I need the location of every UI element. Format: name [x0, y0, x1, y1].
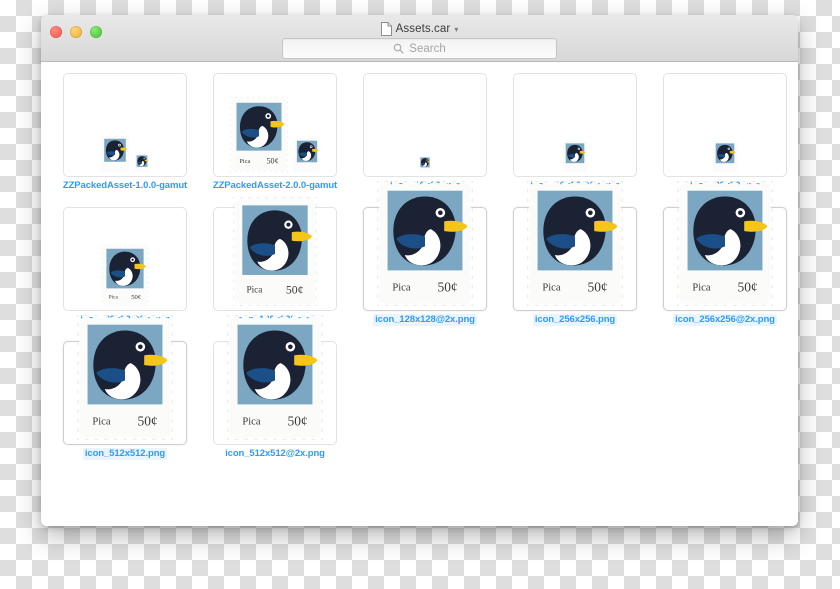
file-name-label[interactable]: icon_512x512.png: [82, 448, 168, 460]
stamp-country: Pica: [92, 417, 110, 428]
file-thumbnail[interactable]: Pica 50¢: [513, 181, 637, 311]
stamp-thumbnail: Pica 50¢: [233, 197, 317, 306]
stamp-country: Pica: [692, 283, 710, 294]
file-thumbnail[interactable]: Pica 50¢: [213, 197, 337, 311]
thumbnail-artwork: Pica 50¢: [514, 181, 636, 310]
file-item[interactable]: Pica 50¢ ZZPackedAsset-2.0.0-gamut: [200, 70, 350, 204]
stamp-country: Pica: [392, 283, 410, 294]
file-item[interactable]: Pica 50¢ icon_512x512.png: [50, 315, 200, 472]
stamp-denomination: 50¢: [587, 280, 607, 295]
stamp-denomination: 50¢: [267, 156, 279, 165]
stamp-thumbnail: Pica 50¢: [227, 315, 323, 440]
thumbnail-artwork: Pica 50¢: [364, 181, 486, 310]
stamp-denomination: 50¢: [737, 280, 757, 295]
stamp-country: Pica: [242, 417, 260, 428]
stamp-thumbnail: [419, 156, 431, 172]
file-item[interactable]: Pica 50¢ icon_512x512@2x.png: [200, 315, 350, 472]
stamp-thumbnail: [101, 136, 129, 172]
file-item[interactable]: Pica 50¢ icon_128x128@2x.png: [350, 181, 500, 338]
thumbnail-artwork: Pica 50¢: [664, 181, 786, 310]
stamp-thumbnail: Pica 50¢: [527, 181, 623, 306]
file-grid: ZZPackedAsset-1.0.0-gamut Pica 50¢ ZZPac…: [50, 70, 789, 472]
file-thumbnail[interactable]: Pica 50¢: [663, 181, 787, 311]
file-grid-container: ZZPackedAsset-1.0.0-gamut Pica 50¢ ZZPac…: [41, 62, 798, 526]
file-thumbnail[interactable]: Pica 50¢: [63, 315, 187, 445]
stamp-country: Pica: [109, 294, 119, 300]
stamp-thumbnail: Pica 50¢: [377, 181, 473, 306]
file-item[interactable]: ZZPackedAsset-1.0.0-gamut: [50, 70, 200, 204]
stamp-denomination: 50¢: [137, 414, 157, 429]
thumbnail-artwork: Pica 50¢: [214, 315, 336, 444]
stamp-country: Pica: [542, 283, 560, 294]
thumbnail-artwork: Pica 50¢: [64, 315, 186, 444]
stamp-country: Pica: [239, 158, 250, 165]
thumbnail-artwork: Pica 50¢: [214, 74, 336, 176]
window-title: Assets.car: [395, 23, 451, 35]
window-titlebar[interactable]: Assets.car ▾ Search: [41, 15, 798, 62]
thumbnail-artwork: Pica 50¢: [64, 208, 186, 310]
document-icon: [380, 22, 392, 36]
file-name-label[interactable]: ZZPackedAsset-2.0.0-gamut: [213, 180, 337, 192]
preview-window: Assets.car ▾ Search ZZPackedAsset-1.0.0-…: [41, 15, 798, 526]
thumbnail-artwork: [664, 74, 786, 176]
stamp-thumbnail: [135, 154, 149, 172]
file-thumbnail[interactable]: Pica 50¢: [363, 181, 487, 311]
stamp-thumbnail: Pica 50¢: [101, 244, 149, 306]
search-input[interactable]: Search: [282, 38, 557, 59]
stamp-denomination: 50¢: [286, 283, 304, 296]
thumbnail-artwork: Pica 50¢: [214, 197, 336, 310]
file-thumbnail[interactable]: Pica 50¢: [213, 315, 337, 445]
file-item[interactable]: Pica 50¢ icon_256x256@2x.png: [650, 181, 798, 338]
stamp-denomination: 50¢: [287, 414, 307, 429]
file-thumbnail[interactable]: [363, 73, 487, 177]
search-icon: [394, 43, 404, 54]
stamp-thumbnail: Pica 50¢: [230, 97, 288, 172]
thumbnail-artwork: [64, 74, 186, 176]
stamp-denomination: 50¢: [437, 280, 457, 295]
stamp-denomination: 50¢: [131, 294, 141, 301]
file-name-label[interactable]: ZZPackedAsset-1.0.0-gamut: [63, 180, 187, 192]
file-thumbnail[interactable]: [63, 73, 187, 177]
search-bar-row: Search: [41, 38, 798, 59]
stamp-country: Pica: [246, 285, 262, 295]
stamp-thumbnail: [713, 141, 737, 172]
file-item[interactable]: Pica 50¢ icon_256x256.png: [500, 181, 650, 338]
chevron-down-icon[interactable]: ▾: [454, 24, 458, 34]
file-name-label[interactable]: icon_256x256.png: [532, 314, 618, 326]
file-thumbnail[interactable]: Pica 50¢: [63, 207, 187, 311]
file-name-label[interactable]: icon_128x128@2x.png: [373, 314, 477, 326]
stamp-thumbnail: [563, 141, 587, 172]
window-title-proxy[interactable]: Assets.car ▾: [41, 20, 798, 38]
file-thumbnail[interactable]: [513, 73, 637, 177]
stamp-thumbnail: Pica 50¢: [677, 181, 773, 306]
file-name-label[interactable]: icon_256x256@2x.png: [673, 314, 777, 326]
stamp-thumbnail: [294, 138, 320, 172]
stamp-thumbnail: Pica 50¢: [77, 315, 173, 440]
search-placeholder: Search: [409, 42, 446, 55]
thumbnail-artwork: [364, 74, 486, 176]
file-thumbnail[interactable]: Pica 50¢: [213, 73, 337, 177]
thumbnail-artwork: [514, 74, 636, 176]
file-name-label[interactable]: icon_512x512@2x.png: [225, 448, 325, 460]
file-thumbnail[interactable]: [663, 73, 787, 177]
